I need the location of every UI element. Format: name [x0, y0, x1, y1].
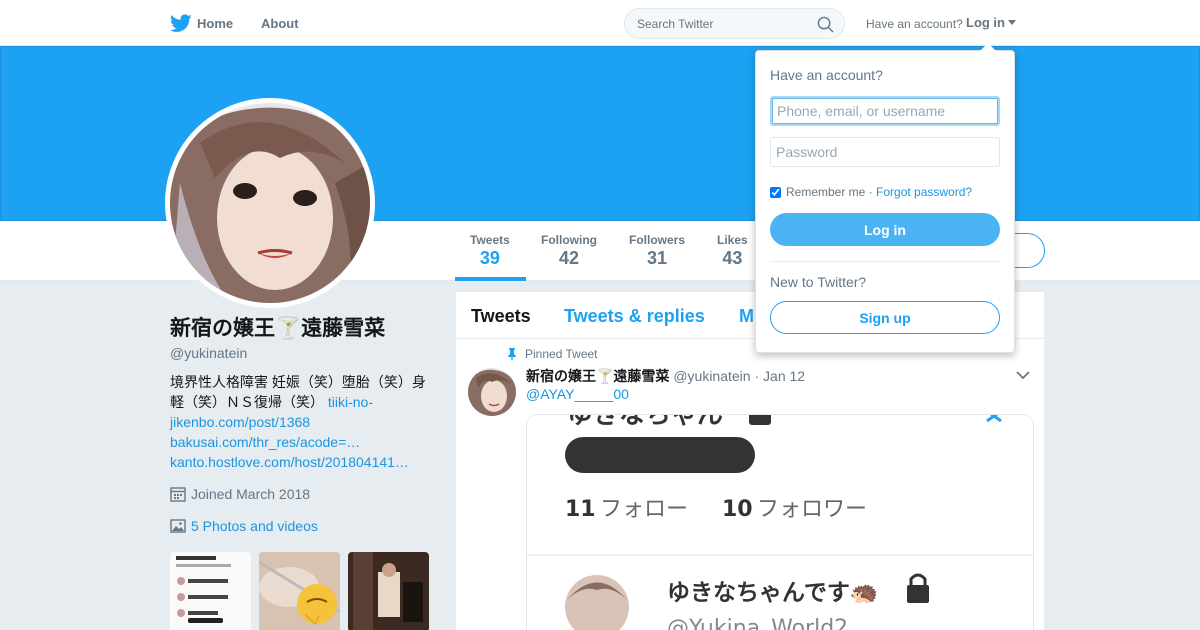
caret-down-icon [1008, 20, 1016, 25]
stat-likes-value: 43 [722, 248, 743, 268]
pinned-text: Pinned Tweet [525, 347, 598, 361]
twitter-bird-icon[interactable] [170, 14, 192, 33]
tweet-header: 新宿の嬢王🍸遠藤雪菜 @yukinatein · Jan 12 [526, 366, 805, 386]
nav-home-link[interactable]: Home [197, 16, 233, 31]
have-account-text: Have an account? [866, 17, 963, 31]
image-card-name: ゆきなちゃんです🦔 [667, 580, 879, 606]
tweet-screenshot-image: ゆきなちゃん 11 フォロー 10 フォロワー ゆきなちゃんです🦔 @Yukin… [527, 415, 1033, 630]
tweet-author-handle[interactable]: @yukinatein [673, 368, 750, 384]
remember-me-row: Remember me · Forgot password? [770, 185, 972, 199]
login-dropdown-toggle[interactable]: Log in [966, 15, 1016, 30]
login-button[interactable]: Log in [770, 213, 1000, 246]
tweet-mention[interactable]: @AYAY_____00 [526, 386, 629, 402]
pin-icon [508, 348, 516, 360]
avatar-image [170, 103, 370, 303]
stat-following-label: Following [541, 233, 597, 247]
top-navigation-bar: Home About Search Twitter Have an accoun… [0, 0, 1200, 46]
remember-me-checkbox[interactable] [770, 186, 781, 198]
profile-bio: 境界性人格障害 妊娠（笑）堕胎（笑）身軽（笑）ＮＳ復帰（笑） tiiki-no-… [170, 372, 435, 472]
signup-button[interactable]: Sign up [770, 301, 1000, 334]
tab-media[interactable]: M [739, 306, 754, 327]
avatar-photo [170, 103, 370, 303]
search-box[interactable]: Search Twitter [624, 8, 845, 39]
remember-me-label[interactable]: Remember me · [786, 185, 873, 199]
stat-following[interactable]: Following 42 [541, 233, 597, 269]
photo-icon [170, 519, 186, 533]
image-top-name: ゆきなちゃん [567, 415, 723, 430]
tweet-date[interactable]: · Jan 12 [754, 368, 805, 384]
image-card-handle: @Yukina_World2 [667, 616, 848, 630]
image-follow-count: 11 [565, 497, 596, 522]
chevron-down-icon[interactable] [1016, 370, 1030, 380]
stat-likes[interactable]: Likes 43 [717, 233, 748, 269]
password-field[interactable] [770, 137, 1000, 167]
login-toggle-label[interactable]: Log in [966, 15, 1005, 30]
search-icon[interactable] [817, 16, 834, 33]
profile-sidebar: 新宿の嬢王🍸遠藤雪菜 @yukinatein 境界性人格障害 妊娠（笑）堕胎（笑… [170, 315, 435, 534]
joined-row: Joined March 2018 [170, 486, 435, 502]
bio-text: 境界性人格障害 妊娠（笑）堕胎（笑）身軽（笑）ＮＳ復帰（笑） [170, 374, 426, 410]
bio-link-2[interactable]: bakusai.com/thr_res/acode=… [170, 434, 360, 450]
tweet-author-name[interactable]: 新宿の嬢王🍸遠藤雪菜 [526, 368, 669, 384]
stat-followers-label: Followers [629, 233, 686, 247]
photo-thumbnail[interactable] [348, 552, 429, 630]
username-field[interactable] [770, 96, 1000, 126]
bio-link-3[interactable]: kanto.hostlove.com/host/201804141… [170, 454, 409, 470]
search-input[interactable]: Search Twitter [637, 17, 713, 31]
tweet-avatar[interactable] [468, 368, 516, 416]
image-follower-count: 10 [722, 497, 753, 522]
stat-followers[interactable]: Followers 31 [629, 233, 685, 269]
stat-following-value: 42 [558, 248, 580, 268]
tweet-image[interactable]: ゆきなちゃん 11 フォロー 10 フォロワー ゆきなちゃんです🦔 @Yukin… [526, 414, 1034, 630]
photos-row[interactable]: 5 Photos and videos [170, 518, 435, 534]
stat-tweets-label: Tweets [470, 233, 510, 247]
pinned-tweet-label: Pinned Tweet [507, 347, 598, 361]
login-dropdown: Have an account? Remember me · Forgot pa… [755, 43, 1015, 353]
active-tab-underline [455, 277, 526, 281]
stat-followers-value: 31 [646, 248, 668, 268]
profile-handle[interactable]: @yukinatein [170, 345, 435, 361]
tab-tweets[interactable]: Tweets [471, 306, 531, 327]
new-to-twitter-text: New to Twitter? [770, 274, 867, 290]
stat-likes-label: Likes [717, 233, 748, 247]
photo-thumbnail[interactable] [259, 552, 340, 630]
tab-tweets-replies[interactable]: Tweets & replies [564, 306, 705, 327]
stat-tweets[interactable]: Tweets 39 [470, 233, 510, 269]
image-follow-label: フォロー [600, 497, 688, 522]
image-follower-label: フォロワー [757, 497, 867, 522]
nav-about-link[interactable]: About [261, 16, 299, 31]
profile-avatar[interactable] [165, 98, 375, 308]
photo-thumbnails [170, 552, 429, 630]
login-dropdown-title: Have an account? [770, 67, 883, 83]
photo-thumbnail[interactable] [170, 552, 251, 630]
calendar-icon [170, 487, 186, 502]
stat-tweets-value: 39 [479, 248, 500, 268]
profile-name[interactable]: 新宿の嬢王🍸遠藤雪菜 [170, 315, 435, 343]
divider [770, 261, 1000, 262]
photos-videos-link[interactable]: 5 Photos and videos [191, 518, 318, 534]
joined-date: Joined March 2018 [191, 486, 311, 502]
forgot-password-link[interactable]: Forgot password? [876, 185, 972, 199]
